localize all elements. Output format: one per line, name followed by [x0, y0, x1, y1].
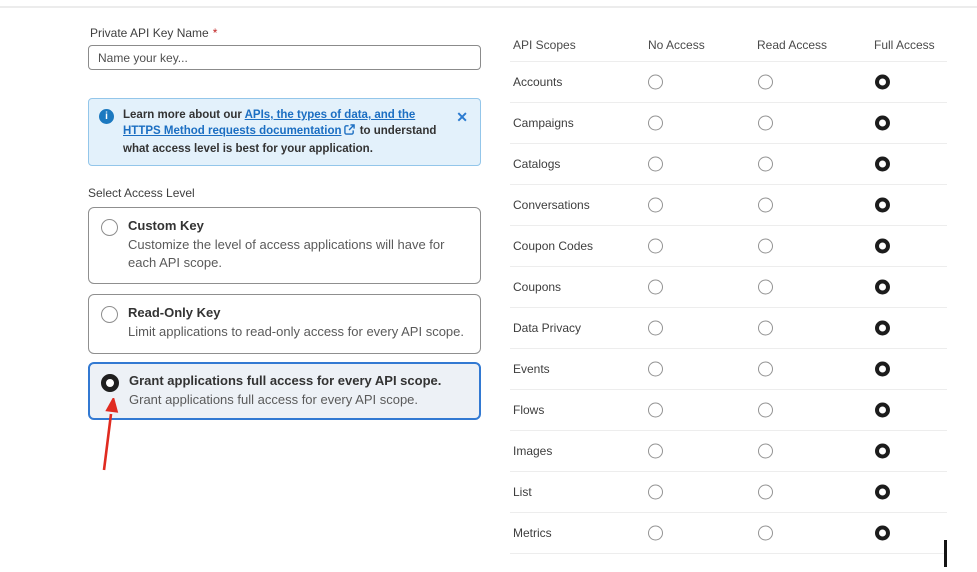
scope-radio-read[interactable] [758, 74, 773, 90]
scope-label: Images [513, 444, 553, 458]
scope-radio-no[interactable] [648, 402, 663, 418]
scope-radio-full[interactable] [875, 74, 890, 90]
scope-radio-read[interactable] [758, 525, 773, 541]
scope-radio-read[interactable] [758, 115, 773, 131]
scopes-table-body: Accounts Campaigns Catalogs Conversation… [510, 62, 947, 554]
scope-radio-full[interactable] [875, 320, 890, 336]
table-row: Events [510, 349, 947, 390]
table-row: Coupon Codes [510, 226, 947, 267]
scope-radio-no[interactable] [648, 197, 663, 213]
table-row: Coupons [510, 267, 947, 308]
scope-label: List [513, 485, 532, 499]
scope-radio-full[interactable] [875, 238, 890, 254]
table-row: Conversations [510, 185, 947, 226]
read-only-key-texts: Read-Only Key Limit applications to read… [128, 305, 464, 341]
scope-radio-no[interactable] [648, 484, 663, 500]
scope-label: Accounts [513, 75, 563, 89]
table-row: Metrics [510, 513, 947, 554]
banner-text-prefix: Learn more about our [123, 109, 245, 121]
text-cursor [944, 540, 947, 567]
scope-radio-full[interactable] [875, 197, 890, 213]
custom-key-radio[interactable] [101, 219, 118, 236]
scope-label: Coupons [513, 280, 562, 294]
scope-radio-read[interactable] [758, 402, 773, 418]
scope-radio-full[interactable] [875, 443, 890, 459]
scope-radio-full[interactable] [875, 484, 890, 500]
read-only-key-radio[interactable] [101, 306, 118, 323]
info-icon: i [99, 109, 114, 124]
scope-label: Flows [513, 403, 545, 417]
scope-radio-read[interactable] [758, 320, 773, 336]
option-description: Limit applications to read-only access f… [128, 324, 464, 339]
option-description: Customize the level of access applicatio… [128, 237, 445, 271]
api-scopes-table: API Scopes No Access Read Access Full Ac… [510, 36, 947, 554]
top-divider [0, 6, 977, 8]
api-key-name-label-text: Private API Key Name [90, 26, 209, 40]
table-row: List [510, 472, 947, 513]
header-api-scopes: API Scopes [513, 38, 576, 52]
header-full-access: Full Access [874, 38, 935, 52]
table-row: Flows [510, 390, 947, 431]
scope-radio-no[interactable] [648, 361, 663, 377]
scope-radio-full[interactable] [875, 361, 890, 377]
scope-radio-no[interactable] [648, 74, 663, 90]
option-title: Grant applications full access for every… [129, 373, 442, 388]
scope-radio-read[interactable] [758, 361, 773, 377]
scope-radio-no[interactable] [648, 279, 663, 295]
api-key-name-label: Private API Key Name * [90, 26, 217, 40]
option-description: Grant applications full access for every… [129, 392, 419, 407]
scope-radio-read[interactable] [758, 197, 773, 213]
access-option-full-access[interactable]: Grant applications full access for every… [88, 362, 481, 421]
scope-label: Metrics [513, 526, 552, 540]
table-row: Campaigns [510, 103, 947, 144]
scope-label: Coupon Codes [513, 239, 594, 253]
scope-radio-full[interactable] [875, 279, 890, 295]
scope-label: Conversations [513, 198, 590, 212]
access-option-custom-key[interactable]: Custom Key Customize the level of access… [88, 207, 481, 284]
table-row: Images [510, 431, 947, 472]
scope-radio-no[interactable] [648, 238, 663, 254]
header-no-access: No Access [648, 38, 705, 52]
scope-label: Campaigns [513, 116, 574, 130]
scopes-table-header: API Scopes No Access Read Access Full Ac… [510, 36, 947, 62]
banner-text: Learn more about our APIs, the types of … [123, 107, 445, 157]
header-read-access: Read Access [757, 38, 828, 52]
scope-radio-full[interactable] [875, 115, 890, 131]
table-row: Data Privacy [510, 308, 947, 349]
api-key-name-input[interactable] [88, 45, 481, 70]
info-banner: i Learn more about our APIs, the types o… [88, 98, 481, 166]
close-icon[interactable]: ✕ [454, 108, 470, 126]
external-link-icon [343, 124, 355, 140]
scope-label: Events [513, 362, 550, 376]
option-title: Read-Only Key [128, 305, 221, 320]
required-asterisk: * [212, 26, 218, 40]
scope-radio-read[interactable] [758, 238, 773, 254]
scope-radio-read[interactable] [758, 156, 773, 172]
scope-radio-no[interactable] [648, 525, 663, 541]
full-access-texts: Grant applications full access for every… [129, 373, 441, 409]
scope-radio-full[interactable] [875, 525, 890, 541]
scope-label: Catalogs [513, 157, 561, 171]
table-row: Accounts [510, 62, 947, 103]
option-title: Custom Key [128, 218, 204, 233]
scope-radio-no[interactable] [648, 320, 663, 336]
scope-radio-no[interactable] [648, 115, 663, 131]
table-row: Catalogs [510, 144, 947, 185]
scope-radio-no[interactable] [648, 443, 663, 459]
scope-radio-full[interactable] [875, 402, 890, 418]
custom-key-texts: Custom Key Customize the level of access… [128, 218, 468, 273]
scope-radio-full[interactable] [875, 156, 890, 172]
scope-radio-no[interactable] [648, 156, 663, 172]
full-access-radio[interactable] [101, 374, 119, 392]
scope-radio-read[interactable] [758, 443, 773, 459]
scope-radio-read[interactable] [758, 484, 773, 500]
select-access-level-label: Select Access Level [88, 186, 195, 200]
scope-label: Data Privacy [513, 321, 582, 335]
scope-radio-read[interactable] [758, 279, 773, 295]
access-option-read-only-key[interactable]: Read-Only Key Limit applications to read… [88, 294, 481, 354]
